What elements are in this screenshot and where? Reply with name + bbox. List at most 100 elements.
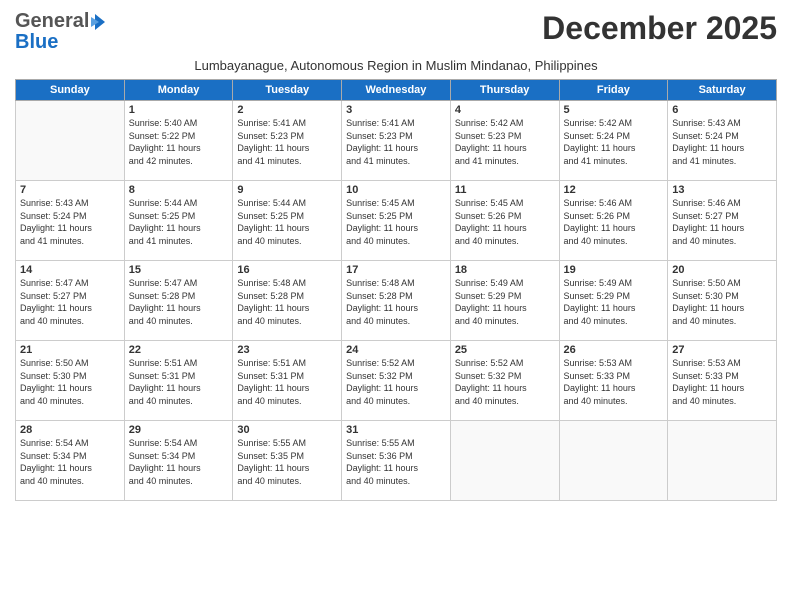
day-number: 17 (346, 264, 446, 276)
day-number: 24 (346, 344, 446, 356)
day-number: 15 (129, 264, 229, 276)
day-info: Sunrise: 5:44 AMSunset: 5:25 PMDaylight:… (129, 197, 229, 247)
calendar-cell: 12Sunrise: 5:46 AMSunset: 5:26 PMDayligh… (559, 181, 668, 261)
calendar-cell: 10Sunrise: 5:45 AMSunset: 5:25 PMDayligh… (342, 181, 451, 261)
day-info: Sunrise: 5:41 AMSunset: 5:23 PMDaylight:… (237, 117, 337, 167)
day-number: 30 (237, 424, 337, 436)
calendar-cell: 28Sunrise: 5:54 AMSunset: 5:34 PMDayligh… (16, 421, 125, 501)
calendar-cell: 29Sunrise: 5:54 AMSunset: 5:34 PMDayligh… (124, 421, 233, 501)
month-year-title: December 2025 (542, 10, 777, 47)
calendar-cell: 1Sunrise: 5:40 AMSunset: 5:22 PMDaylight… (124, 101, 233, 181)
logo-wing-icon (91, 12, 107, 32)
calendar-cell: 20Sunrise: 5:50 AMSunset: 5:30 PMDayligh… (668, 261, 777, 341)
day-info: Sunrise: 5:55 AMSunset: 5:36 PMDaylight:… (346, 437, 446, 487)
calendar-day-header: Wednesday (342, 80, 451, 101)
day-number: 29 (129, 424, 229, 436)
calendar-cell: 22Sunrise: 5:51 AMSunset: 5:31 PMDayligh… (124, 341, 233, 421)
day-number: 25 (455, 344, 555, 356)
day-number: 9 (237, 184, 337, 196)
day-info: Sunrise: 5:42 AMSunset: 5:23 PMDaylight:… (455, 117, 555, 167)
day-info: Sunrise: 5:53 AMSunset: 5:33 PMDaylight:… (672, 357, 772, 407)
day-info: Sunrise: 5:53 AMSunset: 5:33 PMDaylight:… (564, 357, 664, 407)
calendar-week-row: 28Sunrise: 5:54 AMSunset: 5:34 PMDayligh… (16, 421, 777, 501)
calendar-cell (450, 421, 559, 501)
day-number: 20 (672, 264, 772, 276)
calendar-day-header: Friday (559, 80, 668, 101)
calendar-cell: 26Sunrise: 5:53 AMSunset: 5:33 PMDayligh… (559, 341, 668, 421)
calendar-cell: 21Sunrise: 5:50 AMSunset: 5:30 PMDayligh… (16, 341, 125, 421)
calendar-week-row: 21Sunrise: 5:50 AMSunset: 5:30 PMDayligh… (16, 341, 777, 421)
calendar-cell: 4Sunrise: 5:42 AMSunset: 5:23 PMDaylight… (450, 101, 559, 181)
day-info: Sunrise: 5:55 AMSunset: 5:35 PMDaylight:… (237, 437, 337, 487)
calendar-week-row: 14Sunrise: 5:47 AMSunset: 5:27 PMDayligh… (16, 261, 777, 341)
day-number: 11 (455, 184, 555, 196)
day-info: Sunrise: 5:52 AMSunset: 5:32 PMDaylight:… (346, 357, 446, 407)
calendar-cell (668, 421, 777, 501)
calendar-day-header: Saturday (668, 80, 777, 101)
day-number: 27 (672, 344, 772, 356)
calendar-cell: 3Sunrise: 5:41 AMSunset: 5:23 PMDaylight… (342, 101, 451, 181)
day-number: 16 (237, 264, 337, 276)
day-number: 5 (564, 104, 664, 116)
day-info: Sunrise: 5:40 AMSunset: 5:22 PMDaylight:… (129, 117, 229, 167)
day-number: 6 (672, 104, 772, 116)
calendar-cell: 6Sunrise: 5:43 AMSunset: 5:24 PMDaylight… (668, 101, 777, 181)
logo-blue-text: Blue (15, 31, 58, 54)
day-info: Sunrise: 5:48 AMSunset: 5:28 PMDaylight:… (237, 277, 337, 327)
day-number: 8 (129, 184, 229, 196)
calendar-cell: 8Sunrise: 5:44 AMSunset: 5:25 PMDaylight… (124, 181, 233, 261)
day-number: 12 (564, 184, 664, 196)
calendar-week-row: 1Sunrise: 5:40 AMSunset: 5:22 PMDaylight… (16, 101, 777, 181)
calendar-cell: 18Sunrise: 5:49 AMSunset: 5:29 PMDayligh… (450, 261, 559, 341)
day-number: 26 (564, 344, 664, 356)
day-info: Sunrise: 5:51 AMSunset: 5:31 PMDaylight:… (237, 357, 337, 407)
calendar-table: SundayMondayTuesdayWednesdayThursdayFrid… (15, 79, 777, 501)
day-info: Sunrise: 5:50 AMSunset: 5:30 PMDaylight:… (20, 357, 120, 407)
calendar-cell: 16Sunrise: 5:48 AMSunset: 5:28 PMDayligh… (233, 261, 342, 341)
calendar-cell: 30Sunrise: 5:55 AMSunset: 5:35 PMDayligh… (233, 421, 342, 501)
calendar-week-row: 7Sunrise: 5:43 AMSunset: 5:24 PMDaylight… (16, 181, 777, 261)
day-info: Sunrise: 5:43 AMSunset: 5:24 PMDaylight:… (20, 197, 120, 247)
calendar-cell: 23Sunrise: 5:51 AMSunset: 5:31 PMDayligh… (233, 341, 342, 421)
day-number: 13 (672, 184, 772, 196)
day-number: 10 (346, 184, 446, 196)
day-number: 28 (20, 424, 120, 436)
day-number: 4 (455, 104, 555, 116)
day-info: Sunrise: 5:51 AMSunset: 5:31 PMDaylight:… (129, 357, 229, 407)
day-number: 1 (129, 104, 229, 116)
day-info: Sunrise: 5:43 AMSunset: 5:24 PMDaylight:… (672, 117, 772, 167)
calendar-cell (559, 421, 668, 501)
calendar-cell: 27Sunrise: 5:53 AMSunset: 5:33 PMDayligh… (668, 341, 777, 421)
calendar-cell: 9Sunrise: 5:44 AMSunset: 5:25 PMDaylight… (233, 181, 342, 261)
day-info: Sunrise: 5:44 AMSunset: 5:25 PMDaylight:… (237, 197, 337, 247)
calendar-day-header: Thursday (450, 80, 559, 101)
calendar-cell: 24Sunrise: 5:52 AMSunset: 5:32 PMDayligh… (342, 341, 451, 421)
calendar-day-header: Monday (124, 80, 233, 101)
day-info: Sunrise: 5:46 AMSunset: 5:26 PMDaylight:… (564, 197, 664, 247)
logo-general-text: General (15, 10, 89, 33)
calendar-cell: 19Sunrise: 5:49 AMSunset: 5:29 PMDayligh… (559, 261, 668, 341)
day-number: 3 (346, 104, 446, 116)
calendar-header-row: SundayMondayTuesdayWednesdayThursdayFrid… (16, 80, 777, 101)
day-info: Sunrise: 5:52 AMSunset: 5:32 PMDaylight:… (455, 357, 555, 407)
calendar-cell: 2Sunrise: 5:41 AMSunset: 5:23 PMDaylight… (233, 101, 342, 181)
day-info: Sunrise: 5:45 AMSunset: 5:25 PMDaylight:… (346, 197, 446, 247)
calendar-cell: 14Sunrise: 5:47 AMSunset: 5:27 PMDayligh… (16, 261, 125, 341)
day-info: Sunrise: 5:49 AMSunset: 5:29 PMDaylight:… (564, 277, 664, 327)
day-info: Sunrise: 5:54 AMSunset: 5:34 PMDaylight:… (20, 437, 120, 487)
calendar-cell: 25Sunrise: 5:52 AMSunset: 5:32 PMDayligh… (450, 341, 559, 421)
calendar-day-header: Tuesday (233, 80, 342, 101)
calendar-cell: 17Sunrise: 5:48 AMSunset: 5:28 PMDayligh… (342, 261, 451, 341)
day-info: Sunrise: 5:50 AMSunset: 5:30 PMDaylight:… (672, 277, 772, 327)
day-number: 21 (20, 344, 120, 356)
day-info: Sunrise: 5:47 AMSunset: 5:28 PMDaylight:… (129, 277, 229, 327)
calendar-cell (16, 101, 125, 181)
day-number: 14 (20, 264, 120, 276)
day-info: Sunrise: 5:48 AMSunset: 5:28 PMDaylight:… (346, 277, 446, 327)
calendar-subtitle: Lumbayanague, Autonomous Region in Musli… (15, 58, 777, 73)
header: General Blue December 2025 (15, 10, 777, 54)
day-number: 7 (20, 184, 120, 196)
day-number: 31 (346, 424, 446, 436)
day-info: Sunrise: 5:47 AMSunset: 5:27 PMDaylight:… (20, 277, 120, 327)
calendar-cell: 11Sunrise: 5:45 AMSunset: 5:26 PMDayligh… (450, 181, 559, 261)
